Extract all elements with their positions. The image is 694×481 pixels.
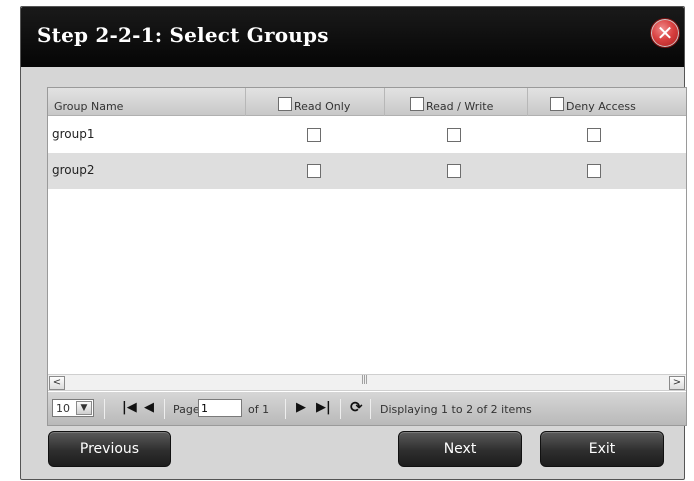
- page-size-select[interactable]: 10 ▼: [52, 399, 94, 417]
- deny-access-select-all-checkbox[interactable]: [550, 97, 564, 111]
- previous-button[interactable]: Previous: [48, 431, 171, 467]
- read-only-checkbox[interactable]: [307, 164, 321, 178]
- col-read-write: Read / Write: [385, 88, 528, 116]
- col-read-write-label: Read / Write: [426, 100, 494, 113]
- deny-access-checkbox[interactable]: [587, 128, 601, 142]
- grid-header: Group Name Read Only Read / Write Deny A…: [48, 88, 686, 116]
- read-only-checkbox[interactable]: [307, 128, 321, 142]
- read-write-checkbox[interactable]: [447, 164, 461, 178]
- dialog-titlebar: Step 2-2-1: Select Groups ✕: [21, 7, 684, 67]
- pager-divider: [104, 399, 105, 419]
- pager-status-text: Displaying 1 to 2 of 2 items: [380, 403, 532, 416]
- first-page-icon[interactable]: |◀: [122, 400, 137, 415]
- select-groups-dialog: Step 2-2-1: Select Groups ✕ Group Name R…: [20, 6, 687, 480]
- deny-access-checkbox[interactable]: [587, 164, 601, 178]
- scrollbar-grip-icon[interactable]: |||: [361, 375, 368, 385]
- col-group-name[interactable]: Group Name: [48, 88, 246, 116]
- dialog-title: Step 2-2-1: Select Groups: [37, 23, 329, 47]
- col-group-name-label: Group Name: [54, 100, 124, 113]
- prev-page-icon[interactable]: ◀: [144, 400, 154, 415]
- page-count-label: of 1: [248, 403, 270, 416]
- next-button[interactable]: Next: [398, 431, 522, 467]
- last-page-icon[interactable]: ▶|: [316, 400, 331, 415]
- pager-divider: [340, 399, 341, 419]
- scroll-left-icon[interactable]: <: [49, 376, 65, 390]
- scroll-right-icon[interactable]: >: [669, 376, 685, 390]
- table-row[interactable]: group1: [48, 117, 686, 153]
- pager-divider: [370, 399, 371, 419]
- col-deny-access-label: Deny Access: [566, 100, 636, 113]
- col-read-only: Read Only: [246, 88, 385, 116]
- page-size-value: 10: [56, 402, 70, 415]
- read-only-select-all-checkbox[interactable]: [278, 97, 292, 111]
- read-write-checkbox[interactable]: [447, 128, 461, 142]
- horizontal-scrollbar[interactable]: < ||| >: [48, 374, 686, 391]
- groups-grid: Group Name Read Only Read / Write Deny A…: [47, 87, 687, 426]
- refresh-icon[interactable]: ⟳: [350, 398, 363, 416]
- col-deny-access: Deny Access: [528, 88, 686, 116]
- next-page-icon[interactable]: ▶: [296, 400, 306, 415]
- exit-button[interactable]: Exit: [540, 431, 664, 467]
- group-name-cell: group2: [52, 163, 95, 177]
- pager-divider: [285, 399, 286, 419]
- close-icon[interactable]: ✕: [650, 18, 680, 48]
- read-write-select-all-checkbox[interactable]: [410, 97, 424, 111]
- pager-divider: [164, 399, 165, 419]
- col-read-only-label: Read Only: [294, 100, 351, 113]
- pager-bar: 10 ▼ |◀ ◀ Page of 1 ▶ ▶| ⟳ Displaying 1 …: [48, 392, 686, 425]
- page-label: Page: [173, 403, 200, 416]
- chevron-down-icon[interactable]: ▼: [76, 401, 92, 415]
- table-row[interactable]: group2: [48, 153, 686, 189]
- page-number-input[interactable]: [198, 399, 242, 417]
- group-name-cell: group1: [52, 127, 95, 141]
